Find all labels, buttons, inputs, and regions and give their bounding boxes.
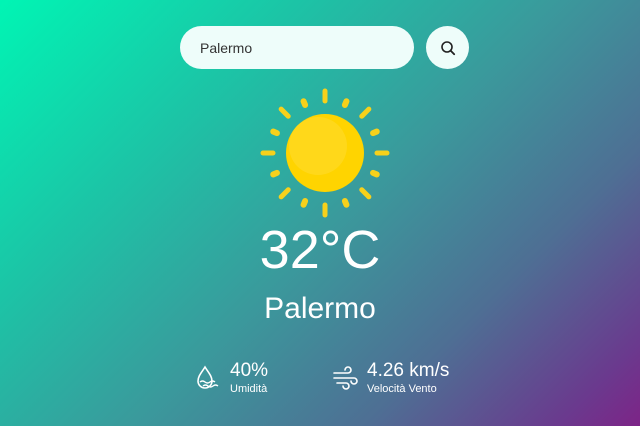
search-bar[interactable] <box>180 26 414 69</box>
sun-icon <box>260 88 390 218</box>
search-button[interactable] <box>426 26 469 69</box>
humidity-icon <box>193 363 223 393</box>
temperature: 32°C <box>259 220 381 280</box>
city-name: Palermo <box>264 292 376 325</box>
search-icon <box>440 40 455 55</box>
wind-detail: 4.26 km/s Velocità Vento <box>330 360 449 396</box>
humidity-detail: 40% Umidità <box>193 360 268 396</box>
search-input[interactable] <box>198 38 396 57</box>
humidity-value: 40% <box>230 360 269 381</box>
wind-label: Velocità Vento <box>367 383 437 395</box>
wind-value: 4.26 km/s <box>367 360 450 381</box>
humidity-label: Umidità <box>230 383 268 395</box>
wind-icon <box>330 363 360 393</box>
